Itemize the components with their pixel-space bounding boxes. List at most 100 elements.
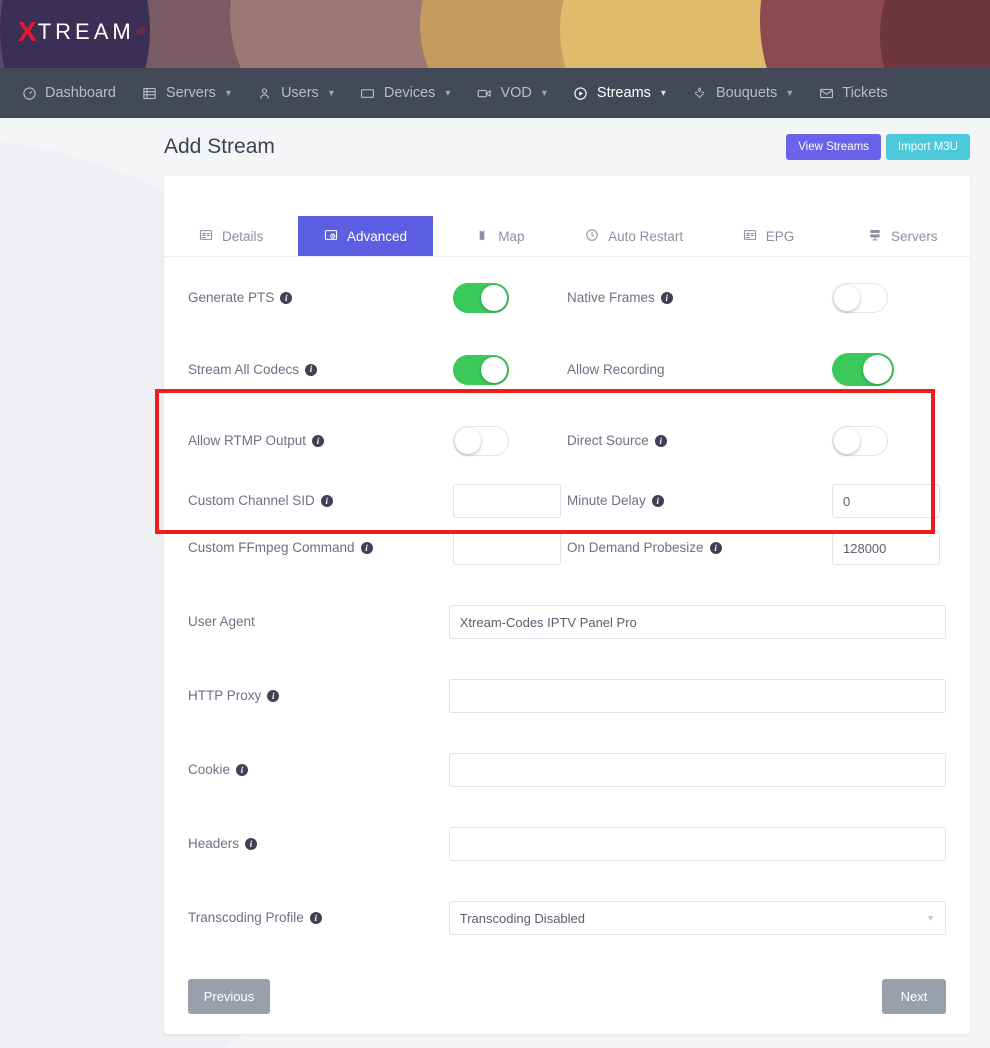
users-icon [257, 85, 273, 101]
nav-item-servers[interactable]: Servers ▾ [129, 68, 244, 118]
allow-rtmp-output-toggle[interactable] [453, 426, 509, 456]
toggle-knob [863, 355, 892, 384]
info-icon[interactable]: i [280, 292, 292, 304]
direct-source-toggle-wrap [832, 426, 942, 456]
tab-servers[interactable]: Servers [836, 216, 970, 256]
cookie-input[interactable] [449, 753, 946, 787]
generate-pts-toggle-wrap [453, 283, 563, 313]
stream-all-codecs-toggle[interactable] [453, 355, 509, 385]
nav-label: Tickets [842, 86, 887, 101]
label-text: Generate PTS [188, 291, 274, 305]
nav-item-streams[interactable]: Streams ▾ [560, 68, 679, 118]
nav-item-vod[interactable]: VOD ▾ [463, 68, 559, 118]
dashboard-icon [21, 85, 37, 101]
label-text: Transcoding Profile [188, 911, 304, 925]
headers-input[interactable] [449, 827, 946, 861]
direct-source-toggle[interactable] [832, 426, 888, 456]
label-text: Allow RTMP Output [188, 434, 306, 448]
chevron-down-icon: ▾ [226, 88, 231, 99]
form-row-rtmp-direct: Allow RTMP Output i Direct Source i [188, 426, 946, 456]
toggle-knob [481, 285, 507, 311]
field-allow-rtmp-output: Allow RTMP Output i [188, 426, 567, 456]
spacer [188, 861, 946, 901]
custom-ffmpeg-input[interactable] [453, 531, 561, 565]
field-direct-source: Direct Source i [567, 426, 946, 456]
http-proxy-input[interactable] [449, 679, 946, 713]
tab-epg[interactable]: EPG [701, 216, 835, 256]
label-text: User Agent [188, 615, 255, 629]
form-row-headers: Headers i [188, 827, 946, 861]
minute-delay-input[interactable] [832, 484, 940, 518]
user-agent-label: User Agent [188, 615, 449, 629]
on-demand-probesize-input[interactable] [832, 531, 940, 565]
field-generate-pts: Generate PTS i [188, 283, 567, 313]
epg-icon [743, 228, 757, 245]
generate-pts-toggle[interactable] [453, 283, 509, 313]
label-text: Minute Delay [567, 494, 646, 508]
import-m3u-button[interactable]: Import M3U [886, 134, 970, 160]
toggle-knob [834, 285, 860, 311]
nav-label: Users [281, 86, 319, 101]
cookie-label: Cookie i [188, 763, 449, 777]
chevron-down-icon: ▾ [661, 88, 666, 99]
label-text: HTTP Proxy [188, 689, 261, 703]
nav-item-dashboard[interactable]: Dashboard [8, 68, 129, 118]
nav-item-devices[interactable]: Devices ▾ [347, 68, 464, 118]
allow-recording-label: Allow Recording [567, 363, 832, 377]
tab-auto-restart[interactable]: Auto Restart [567, 216, 701, 256]
nav-item-users[interactable]: Users ▾ [244, 68, 347, 118]
info-icon[interactable]: i [312, 435, 324, 447]
tab-advanced[interactable]: Advanced [298, 216, 432, 256]
field-minute-delay: Minute Delay i [567, 484, 946, 518]
logo-x: X [18, 18, 37, 46]
native-frames-toggle-wrap [832, 283, 942, 313]
previous-button[interactable]: Previous [188, 979, 270, 1014]
info-icon[interactable]: i [267, 690, 279, 702]
chevron-down-icon: ▾ [542, 88, 547, 99]
page-content: Add Stream View Streams Import M3U Detai… [0, 118, 990, 1034]
info-icon[interactable]: i [361, 542, 373, 554]
tab-map[interactable]: Map [433, 216, 567, 256]
info-icon[interactable]: i [236, 764, 248, 776]
form-row-http-proxy: HTTP Proxy i [188, 679, 946, 713]
page-header: Add Stream View Streams Import M3U [164, 118, 980, 176]
toggle-knob [455, 428, 481, 454]
minute-delay-label: Minute Delay i [567, 494, 832, 508]
header-banner: X TREAM v2 [0, 0, 990, 68]
nav-item-tickets[interactable]: Tickets [805, 68, 900, 118]
tab-label: EPG [766, 229, 795, 244]
info-icon[interactable]: i [321, 495, 333, 507]
tab-details[interactable]: Details [164, 216, 298, 256]
form-row-transcoding-profile: Transcoding Profile i Transcoding Disabl… [188, 901, 946, 935]
logo-version: v2 [137, 28, 145, 36]
native-frames-toggle[interactable] [832, 283, 888, 313]
streams-icon [573, 85, 589, 101]
info-icon[interactable]: i [655, 435, 667, 447]
nav-item-bouquets[interactable]: Bouquets ▾ [679, 68, 805, 118]
tab-label: Advanced [347, 229, 407, 244]
spacer [188, 713, 946, 753]
advanced-form: Generate PTS i Native Frames i [164, 257, 970, 1034]
custom-channel-sid-input[interactable] [453, 484, 561, 518]
info-icon[interactable]: i [305, 364, 317, 376]
info-icon[interactable]: i [710, 542, 722, 554]
info-icon[interactable]: i [652, 495, 664, 507]
brand-logo[interactable]: X TREAM v2 [18, 18, 145, 46]
user-agent-input[interactable] [449, 605, 946, 639]
advanced-icon [324, 228, 338, 245]
toggle-knob [481, 357, 507, 383]
spacer [188, 386, 946, 426]
form-row-codecs-recording: Stream All Codecs i Allow Recording [188, 353, 946, 386]
view-streams-button[interactable]: View Streams [786, 134, 881, 160]
spacer [188, 639, 946, 679]
transcoding-profile-select[interactable]: Transcoding Disabled ▼ [449, 901, 946, 935]
http-proxy-label: HTTP Proxy i [188, 689, 449, 703]
info-icon[interactable]: i [661, 292, 673, 304]
info-icon[interactable]: i [310, 912, 322, 924]
allow-recording-toggle[interactable] [832, 353, 894, 386]
info-icon[interactable]: i [245, 838, 257, 850]
next-button[interactable]: Next [882, 979, 946, 1014]
form-row-user-agent: User Agent [188, 605, 946, 639]
custom-channel-sid-label: Custom Channel SID i [188, 494, 453, 508]
card-top-strip [164, 176, 970, 216]
